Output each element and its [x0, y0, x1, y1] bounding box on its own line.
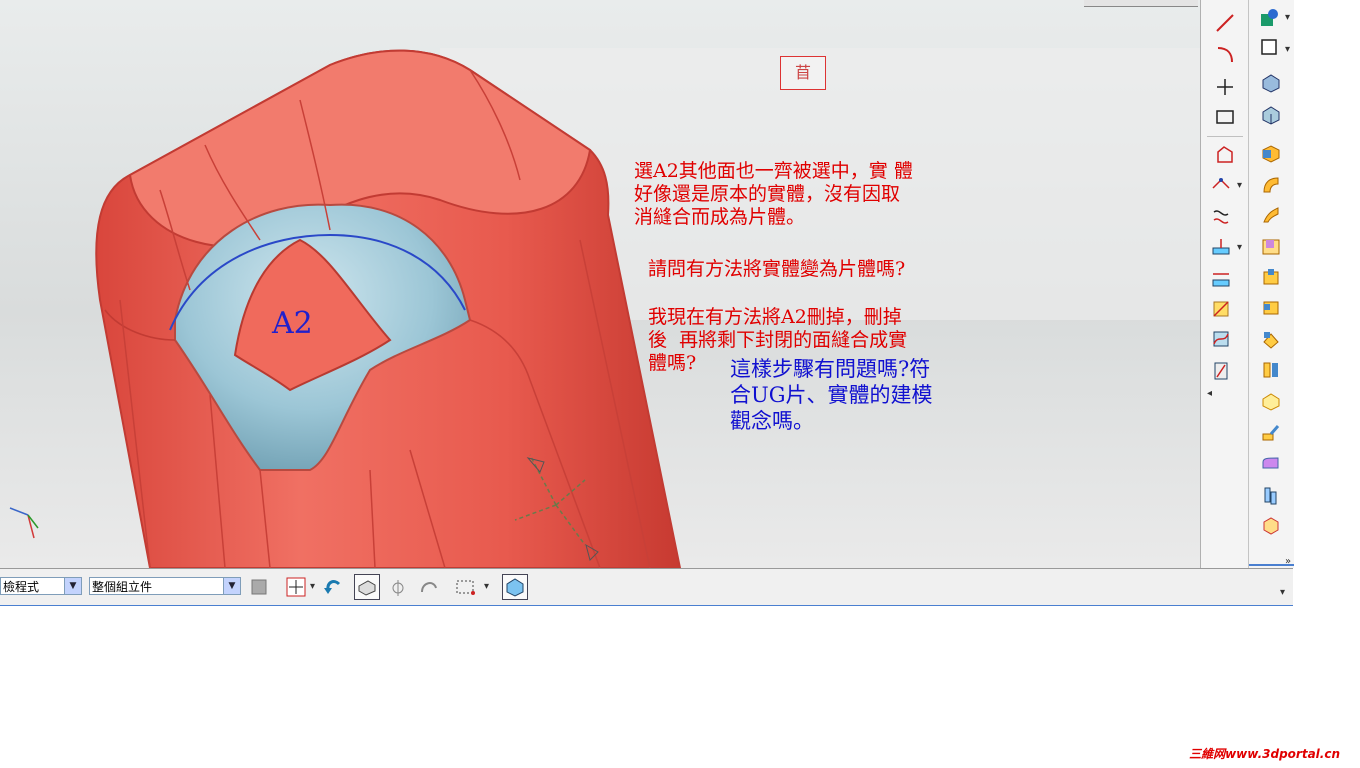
point-icon[interactable]	[1211, 74, 1239, 100]
arc-icon[interactable]	[1211, 42, 1239, 68]
scope-combo-value: 整個組立件	[92, 580, 153, 594]
block-icon[interactable]	[1257, 70, 1285, 96]
line-icon[interactable]	[1211, 10, 1239, 36]
filter-combo-value: 檢程式	[3, 580, 40, 594]
a2-label: A2	[272, 306, 313, 341]
select-filter-icon[interactable]	[283, 574, 309, 600]
extract-curve-icon[interactable]	[1207, 296, 1235, 322]
sweep-icon[interactable]	[1257, 202, 1285, 228]
pad-icon[interactable]	[1257, 326, 1285, 352]
fillet-curve-icon[interactable]	[1207, 172, 1235, 198]
chamfer-icon[interactable]	[1257, 482, 1285, 508]
viewport-top-strip	[1084, 0, 1198, 7]
offset-curve-icon[interactable]	[1207, 204, 1235, 230]
center-marker: 苜	[780, 56, 826, 90]
site-watermark: 三維网www.3dportal.cn	[1189, 747, 1340, 761]
view-cube-icon[interactable]	[502, 574, 528, 600]
select-rectangle-icon[interactable]	[452, 574, 478, 600]
groove-icon[interactable]	[1257, 388, 1285, 414]
cylinder-icon[interactable]	[1257, 102, 1285, 128]
absolute-triad	[9, 507, 39, 539]
plane-icon[interactable]	[1255, 34, 1283, 60]
select-body-icon[interactable]	[354, 574, 380, 600]
snap-arc-icon[interactable]	[416, 574, 442, 600]
selection-toolbar: 檢程式 ▼ 整個組立件 ▼ ▾ ▾ ▾	[0, 568, 1293, 606]
undo-icon[interactable]	[320, 574, 346, 600]
revolve-icon[interactable]	[1257, 172, 1285, 198]
intersect-curve-icon[interactable]	[1207, 266, 1235, 292]
3d-model[interactable]	[0, 0, 1200, 568]
slot-icon[interactable]	[1257, 356, 1285, 382]
curve-toolbar: ▾ ▾ ◂	[1200, 0, 1249, 568]
bridge-curve-icon[interactable]	[1207, 326, 1235, 352]
filter-combo[interactable]: 檢程式 ▼	[0, 577, 82, 595]
select-feature-icon[interactable]	[246, 574, 272, 600]
scope-combo[interactable]: 整個組立件 ▼	[89, 577, 241, 595]
trim-curve-icon[interactable]	[1207, 358, 1235, 384]
sketch-icon[interactable]	[1255, 4, 1283, 30]
shell-icon[interactable]	[1257, 420, 1285, 446]
rectangle-icon[interactable]	[1211, 104, 1239, 130]
note-red-2: 請問有方法將實體變為片體嗎?	[648, 258, 906, 280]
note-blue: 這樣步驟有問題嗎?符 合UG片、實體的建模 觀念嗎。	[730, 357, 933, 433]
chevron-down-icon[interactable]: ▼	[64, 578, 81, 594]
chevron-down-icon[interactable]: ▼	[223, 578, 240, 594]
feature-toolbar: ▾ ▾ »	[1248, 0, 1294, 568]
boss-icon[interactable]	[1257, 264, 1285, 290]
blend-icon[interactable]	[1257, 450, 1285, 476]
snap-point-icon[interactable]	[384, 574, 410, 600]
pocket-icon[interactable]	[1257, 294, 1285, 320]
profile-icon[interactable]	[1211, 142, 1239, 168]
note-red-1: 選A2其他面也一齊被選中，實 體 好像還是原本的實體，沒有因取 消縫合而成為片體…	[634, 160, 913, 228]
graphics-viewport[interactable]: 苜 A2 選A2其他面也一齊被選中，實 體 好像還是原本的實體，沒有因取 消縫合…	[0, 0, 1200, 568]
extrude-icon[interactable]	[1257, 140, 1285, 166]
hole-icon[interactable]	[1257, 234, 1285, 260]
draft-icon[interactable]	[1257, 512, 1285, 538]
project-curve-icon[interactable]	[1207, 234, 1235, 260]
